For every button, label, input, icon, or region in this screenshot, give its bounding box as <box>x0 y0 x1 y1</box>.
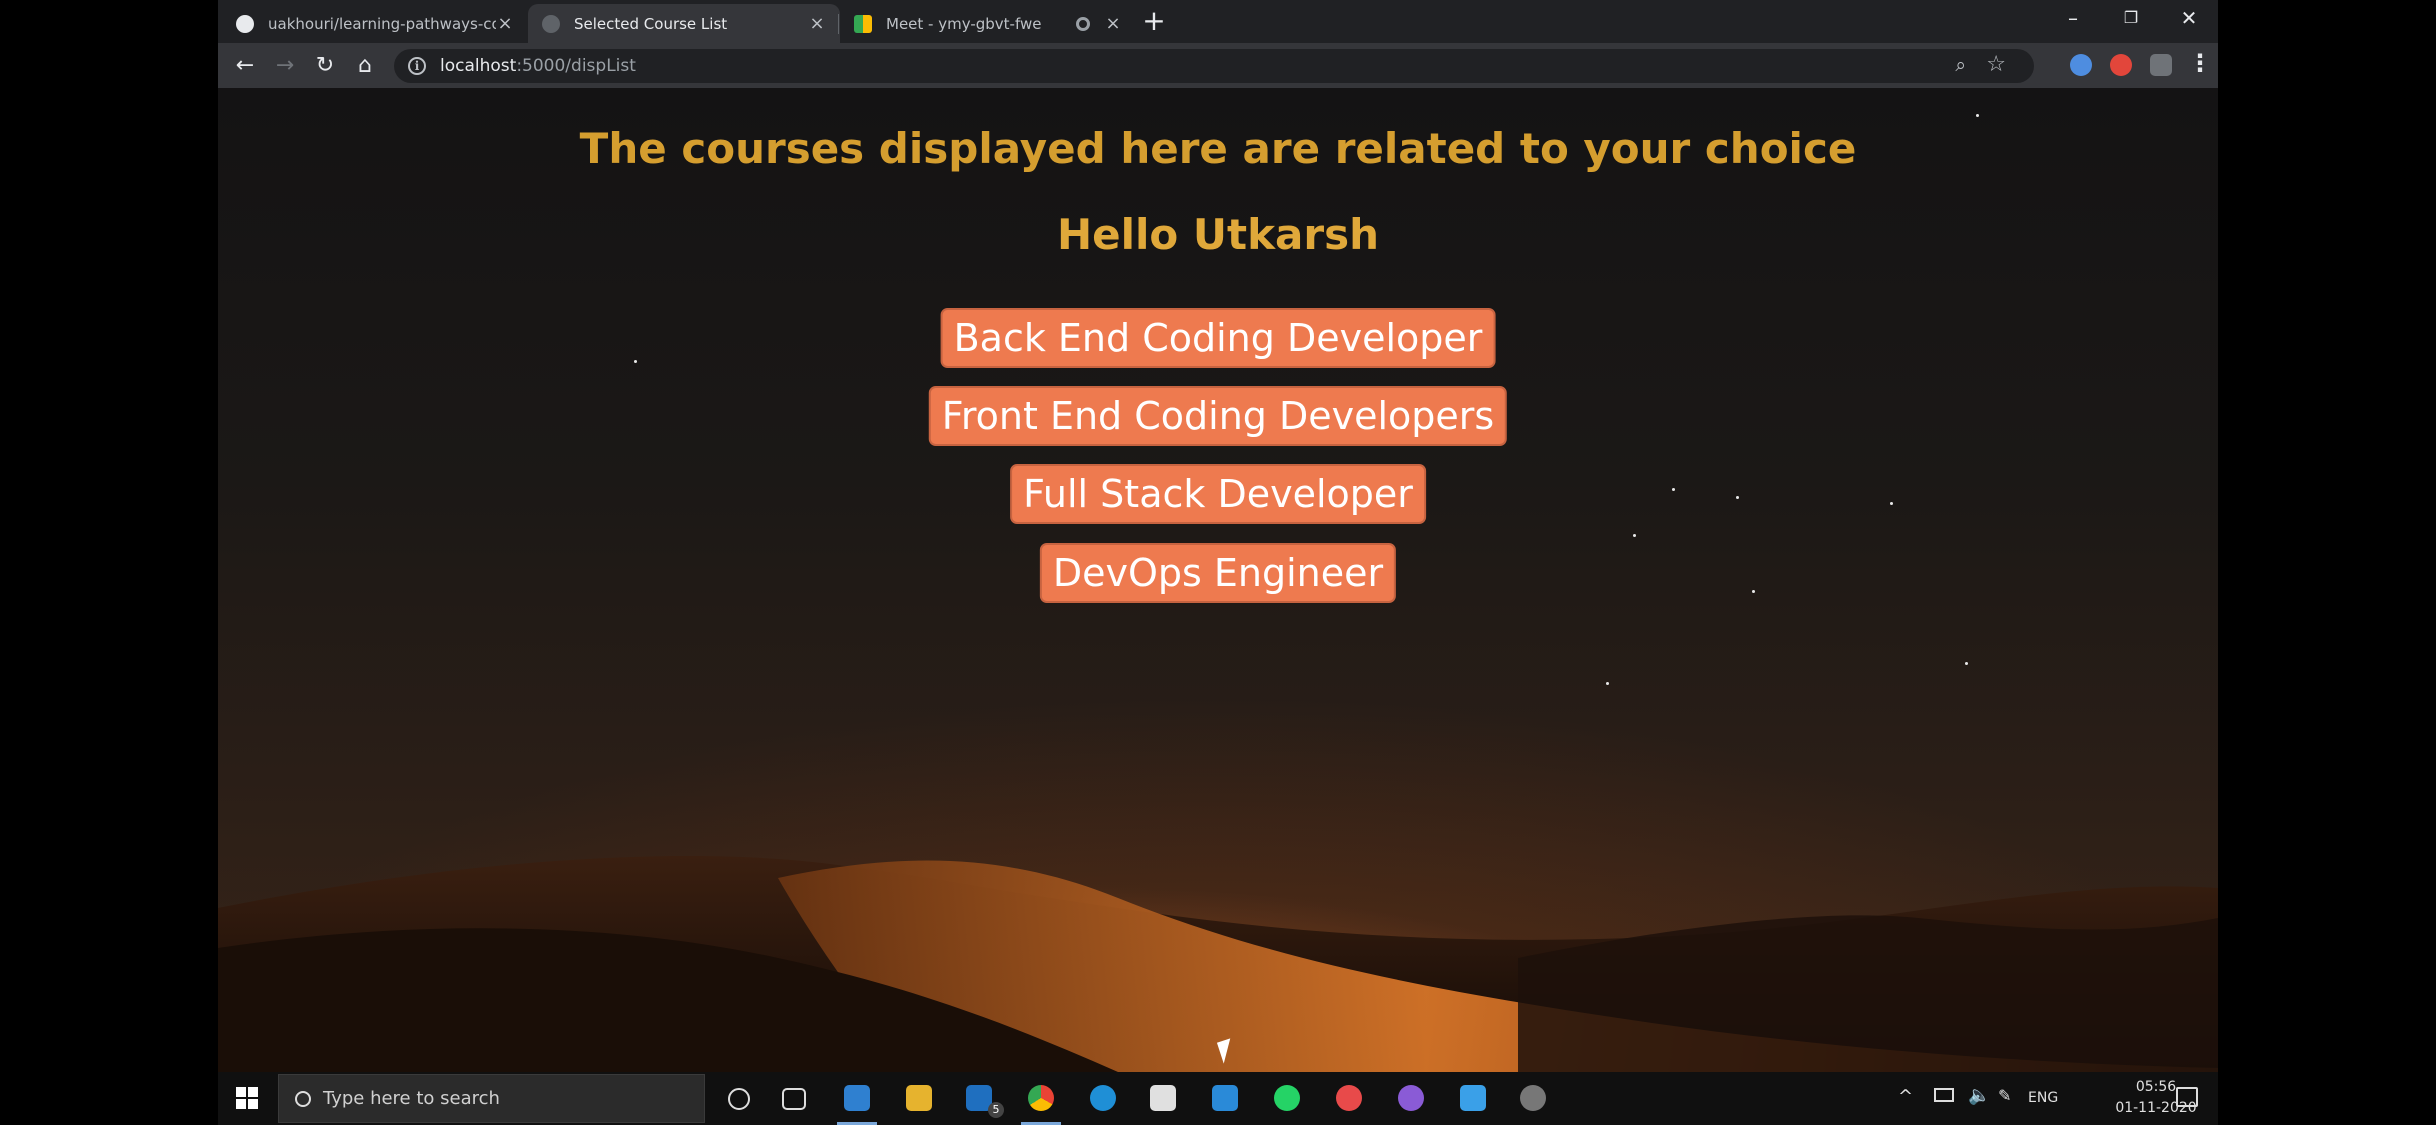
extension-icon[interactable] <box>2150 54 2172 76</box>
edge-icon[interactable] <box>1090 1085 1116 1111</box>
star <box>1752 590 1755 593</box>
course-button-front-end[interactable]: Front End Coding Developers <box>928 386 1508 446</box>
app-icon[interactable] <box>1212 1085 1238 1111</box>
tab-label: uakhouri/learning-pathways-coo <box>268 14 496 33</box>
more-menu-icon[interactable]: ⋮ <box>2188 49 2212 77</box>
star <box>634 360 637 363</box>
tab-label: Meet - ymy-gbvt-fwe <box>886 14 1042 33</box>
windows-start-icon[interactable] <box>236 1087 258 1109</box>
screen: uakhouri/learning-pathways-coo × Selecte… <box>218 0 2218 1125</box>
url-text: localhost:5000/dispList <box>440 56 636 76</box>
greeting-text: Hello Utkarsh <box>1057 210 1379 259</box>
app-icon[interactable] <box>1336 1085 1362 1111</box>
app-icon[interactable] <box>1460 1085 1486 1111</box>
search-icon <box>295 1090 311 1107</box>
pen-icon[interactable]: ✎ <box>1998 1086 2011 1105</box>
gmail-icon[interactable] <box>1150 1085 1176 1111</box>
new-tab-button[interactable]: + <box>1140 7 1168 36</box>
close-icon[interactable]: × <box>496 13 514 34</box>
zoom-icon[interactable]: ⌕ <box>1955 54 1966 76</box>
chrome-icon[interactable] <box>1028 1085 1054 1111</box>
url-path: :5000/dispList <box>516 56 636 76</box>
star <box>1976 114 1979 117</box>
home-button[interactable]: ⌂ <box>350 51 380 81</box>
course-button-back-end[interactable]: Back End Coding Developer <box>940 308 1496 368</box>
globe-icon <box>542 14 560 33</box>
info-icon[interactable]: i <box>408 57 426 75</box>
star <box>1606 682 1609 685</box>
whatsapp-icon[interactable] <box>1274 1085 1300 1111</box>
volume-icon[interactable]: 🔈 <box>1968 1085 1990 1106</box>
close-icon[interactable]: × <box>808 13 826 34</box>
bookmark-star-icon[interactable]: ☆ <box>1986 52 2006 77</box>
restore-button[interactable]: ❐ <box>2102 0 2160 36</box>
url-host: localhost <box>440 56 517 76</box>
language-indicator[interactable]: ENG <box>2028 1090 2058 1106</box>
browser-toolbar: ← → ↻ ⌂ i localhost:5000/dispList ⌕ ☆ ⋮ <box>218 43 2218 88</box>
address-bar[interactable]: i localhost:5000/dispList ⌕ ☆ <box>394 49 2034 83</box>
extension-icon[interactable] <box>2070 54 2092 76</box>
recording-icon <box>1076 16 1090 31</box>
task-view-icon[interactable] <box>782 1088 806 1110</box>
mail-badge: 5 <box>988 1102 1004 1118</box>
meet-icon <box>854 14 872 33</box>
extension-icon[interactable] <box>2110 54 2132 76</box>
app-icon[interactable] <box>1398 1085 1424 1111</box>
star <box>1736 496 1739 499</box>
tab-selected-course-list[interactable]: Selected Course List × <box>528 4 840 43</box>
window-close-button[interactable]: ✕ <box>2160 0 2218 36</box>
reload-button[interactable]: ↻ <box>310 51 340 81</box>
windows-taskbar: Type here to search 5 ^ 🔈 ✎ ENG 05:56 01… <box>218 1072 2218 1125</box>
taskbar-search-box[interactable]: Type here to search <box>278 1074 705 1123</box>
browser-tab-bar: uakhouri/learning-pathways-coo × Selecte… <box>218 0 2218 43</box>
tab-meet[interactable]: Meet - ymy-gbvt-fwe × <box>840 4 1136 43</box>
forward-button[interactable]: → <box>270 51 300 81</box>
tab-label: Selected Course List <box>574 14 728 33</box>
file-explorer-icon[interactable] <box>906 1085 932 1111</box>
search-placeholder: Type here to search <box>323 1088 500 1109</box>
page-viewport: The courses displayed here are related t… <box>218 88 2218 1072</box>
github-icon <box>236 14 254 33</box>
chevron-up-icon[interactable]: ^ <box>1898 1086 1913 1107</box>
course-button-devops[interactable]: DevOps Engineer <box>1039 543 1397 603</box>
close-icon[interactable]: × <box>1104 13 1122 34</box>
course-button-full-stack[interactable]: Full Stack Developer <box>1010 464 1426 524</box>
back-button[interactable]: ← <box>230 51 260 81</box>
battery-icon[interactable] <box>1934 1088 1954 1102</box>
star <box>1672 488 1675 491</box>
page-heading: The courses displayed here are related t… <box>579 124 1857 173</box>
cortana-icon[interactable] <box>728 1088 750 1110</box>
notification-icon[interactable] <box>2176 1087 2198 1107</box>
vscode-icon[interactable] <box>844 1085 870 1111</box>
tab-github[interactable]: uakhouri/learning-pathways-coo × <box>222 4 528 43</box>
minimize-button[interactable]: – <box>2044 0 2102 36</box>
tab-divider <box>838 14 839 34</box>
star <box>1890 502 1893 505</box>
star <box>1965 662 1968 665</box>
star <box>1633 534 1636 537</box>
app-icon[interactable] <box>1520 1085 1546 1111</box>
